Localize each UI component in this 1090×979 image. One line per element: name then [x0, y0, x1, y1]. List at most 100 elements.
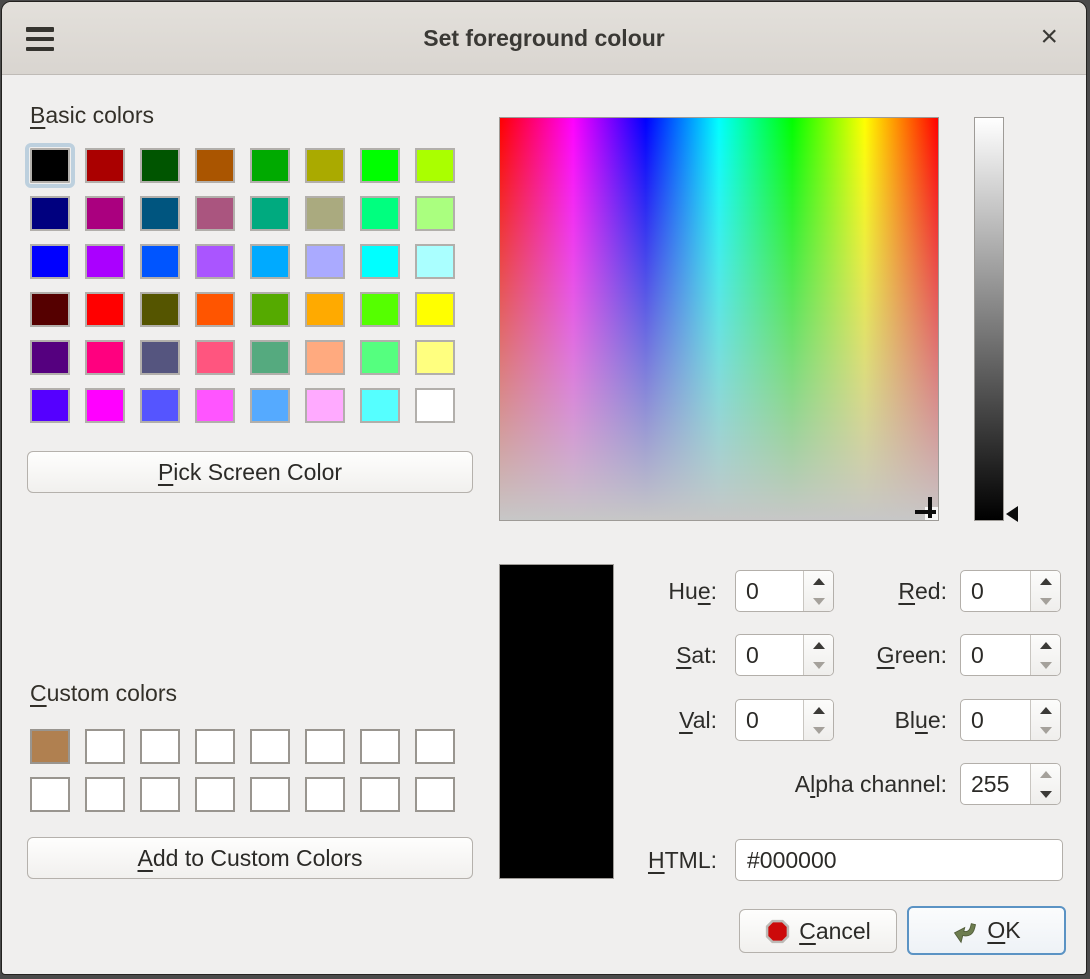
- color-swatch[interactable]: [415, 244, 455, 279]
- sat-label: Sat:: [547, 634, 717, 676]
- color-swatch[interactable]: [360, 148, 400, 183]
- color-swatch[interactable]: [195, 196, 235, 231]
- enter-arrow-icon: [950, 915, 982, 947]
- alpha-value[interactable]: 255: [961, 764, 1030, 804]
- html-color-input[interactable]: [735, 839, 1063, 881]
- color-swatch[interactable]: [250, 196, 290, 231]
- color-swatch[interactable]: [360, 729, 400, 764]
- color-swatch[interactable]: [305, 340, 345, 375]
- color-swatch[interactable]: [195, 340, 235, 375]
- color-swatch[interactable]: [140, 729, 180, 764]
- color-swatch[interactable]: [30, 196, 70, 231]
- color-swatch[interactable]: [415, 388, 455, 423]
- red-decrement-button[interactable]: [1031, 591, 1060, 611]
- red-value[interactable]: 0: [961, 571, 1030, 611]
- color-swatch[interactable]: [415, 148, 455, 183]
- color-swatch[interactable]: [360, 196, 400, 231]
- color-swatch[interactable]: [360, 292, 400, 327]
- color-swatch[interactable]: [250, 292, 290, 327]
- value-slider-handle-icon[interactable]: [1006, 506, 1018, 522]
- color-swatch[interactable]: [195, 388, 235, 423]
- color-dialog-window: Set foreground colour × Basic colors Pic…: [1, 1, 1087, 975]
- color-swatch[interactable]: [305, 729, 345, 764]
- alpha-increment-button[interactable]: [1031, 764, 1060, 784]
- color-swatch[interactable]: [85, 388, 125, 423]
- blue-value[interactable]: 0: [961, 700, 1030, 740]
- color-swatch[interactable]: [415, 340, 455, 375]
- color-swatch[interactable]: [305, 196, 345, 231]
- hue-saturation-picker[interactable]: [499, 117, 939, 521]
- color-swatch[interactable]: [140, 148, 180, 183]
- ok-button[interactable]: OK: [907, 906, 1066, 955]
- color-swatch[interactable]: [85, 340, 125, 375]
- color-swatch[interactable]: [85, 244, 125, 279]
- color-swatch[interactable]: [415, 777, 455, 812]
- blue-spinbox[interactable]: 0: [960, 699, 1061, 741]
- pick-screen-color-button[interactable]: Pick Screen Color: [27, 451, 473, 493]
- color-swatch[interactable]: [360, 388, 400, 423]
- cancel-button[interactable]: Cancel: [739, 909, 897, 953]
- color-swatch[interactable]: [415, 196, 455, 231]
- color-swatch[interactable]: [305, 244, 345, 279]
- blue-increment-button[interactable]: [1031, 700, 1060, 720]
- red-increment-button[interactable]: [1031, 571, 1060, 591]
- color-swatch[interactable]: [85, 729, 125, 764]
- green-label: Green:: [742, 634, 947, 676]
- red-spinbox[interactable]: 0: [960, 570, 1061, 612]
- cancel-label: Cancel: [799, 918, 871, 945]
- color-swatch[interactable]: [360, 777, 400, 812]
- color-swatch[interactable]: [140, 244, 180, 279]
- color-swatch[interactable]: [30, 244, 70, 279]
- color-swatch[interactable]: [30, 148, 70, 183]
- ok-label: OK: [987, 917, 1020, 944]
- basic-colors-grid[interactable]: [30, 148, 455, 423]
- color-swatch[interactable]: [140, 196, 180, 231]
- color-swatch[interactable]: [250, 388, 290, 423]
- color-swatch[interactable]: [30, 292, 70, 327]
- color-swatch[interactable]: [305, 292, 345, 327]
- color-swatch[interactable]: [415, 292, 455, 327]
- color-swatch[interactable]: [195, 148, 235, 183]
- color-swatch[interactable]: [250, 340, 290, 375]
- color-swatch[interactable]: [140, 292, 180, 327]
- color-swatch[interactable]: [30, 729, 70, 764]
- color-swatch[interactable]: [250, 777, 290, 812]
- color-swatch[interactable]: [30, 340, 70, 375]
- green-increment-button[interactable]: [1031, 635, 1060, 655]
- color-swatch[interactable]: [140, 777, 180, 812]
- green-spinbox[interactable]: 0: [960, 634, 1061, 676]
- color-swatch[interactable]: [250, 244, 290, 279]
- color-swatch[interactable]: [85, 777, 125, 812]
- color-swatch[interactable]: [305, 148, 345, 183]
- color-swatch[interactable]: [30, 388, 70, 423]
- alpha-spinbox[interactable]: 255: [960, 763, 1061, 805]
- color-swatch[interactable]: [360, 340, 400, 375]
- color-swatch[interactable]: [250, 729, 290, 764]
- add-to-custom-colors-button[interactable]: Add to Custom Colors: [27, 837, 473, 879]
- color-swatch[interactable]: [140, 388, 180, 423]
- color-swatch[interactable]: [250, 148, 290, 183]
- color-swatch[interactable]: [30, 777, 70, 812]
- value-slider[interactable]: [974, 117, 1004, 521]
- blue-decrement-button[interactable]: [1031, 720, 1060, 740]
- green-value[interactable]: 0: [961, 635, 1030, 675]
- color-swatch[interactable]: [415, 729, 455, 764]
- hue-label: Hue:: [547, 570, 717, 612]
- green-decrement-button[interactable]: [1031, 655, 1060, 675]
- color-swatch[interactable]: [195, 777, 235, 812]
- close-icon[interactable]: ×: [1034, 2, 1064, 74]
- color-swatch[interactable]: [140, 340, 180, 375]
- color-swatch[interactable]: [360, 244, 400, 279]
- custom-colors-grid[interactable]: [30, 729, 455, 812]
- color-swatch[interactable]: [195, 244, 235, 279]
- color-swatch[interactable]: [85, 148, 125, 183]
- color-swatch[interactable]: [305, 388, 345, 423]
- color-swatch[interactable]: [195, 292, 235, 327]
- custom-colors-label: Custom colors: [30, 680, 177, 707]
- color-swatch[interactable]: [305, 777, 345, 812]
- color-swatch[interactable]: [195, 729, 235, 764]
- red-label: Red:: [742, 570, 947, 612]
- alpha-decrement-button[interactable]: [1031, 784, 1060, 804]
- color-swatch[interactable]: [85, 292, 125, 327]
- color-swatch[interactable]: [85, 196, 125, 231]
